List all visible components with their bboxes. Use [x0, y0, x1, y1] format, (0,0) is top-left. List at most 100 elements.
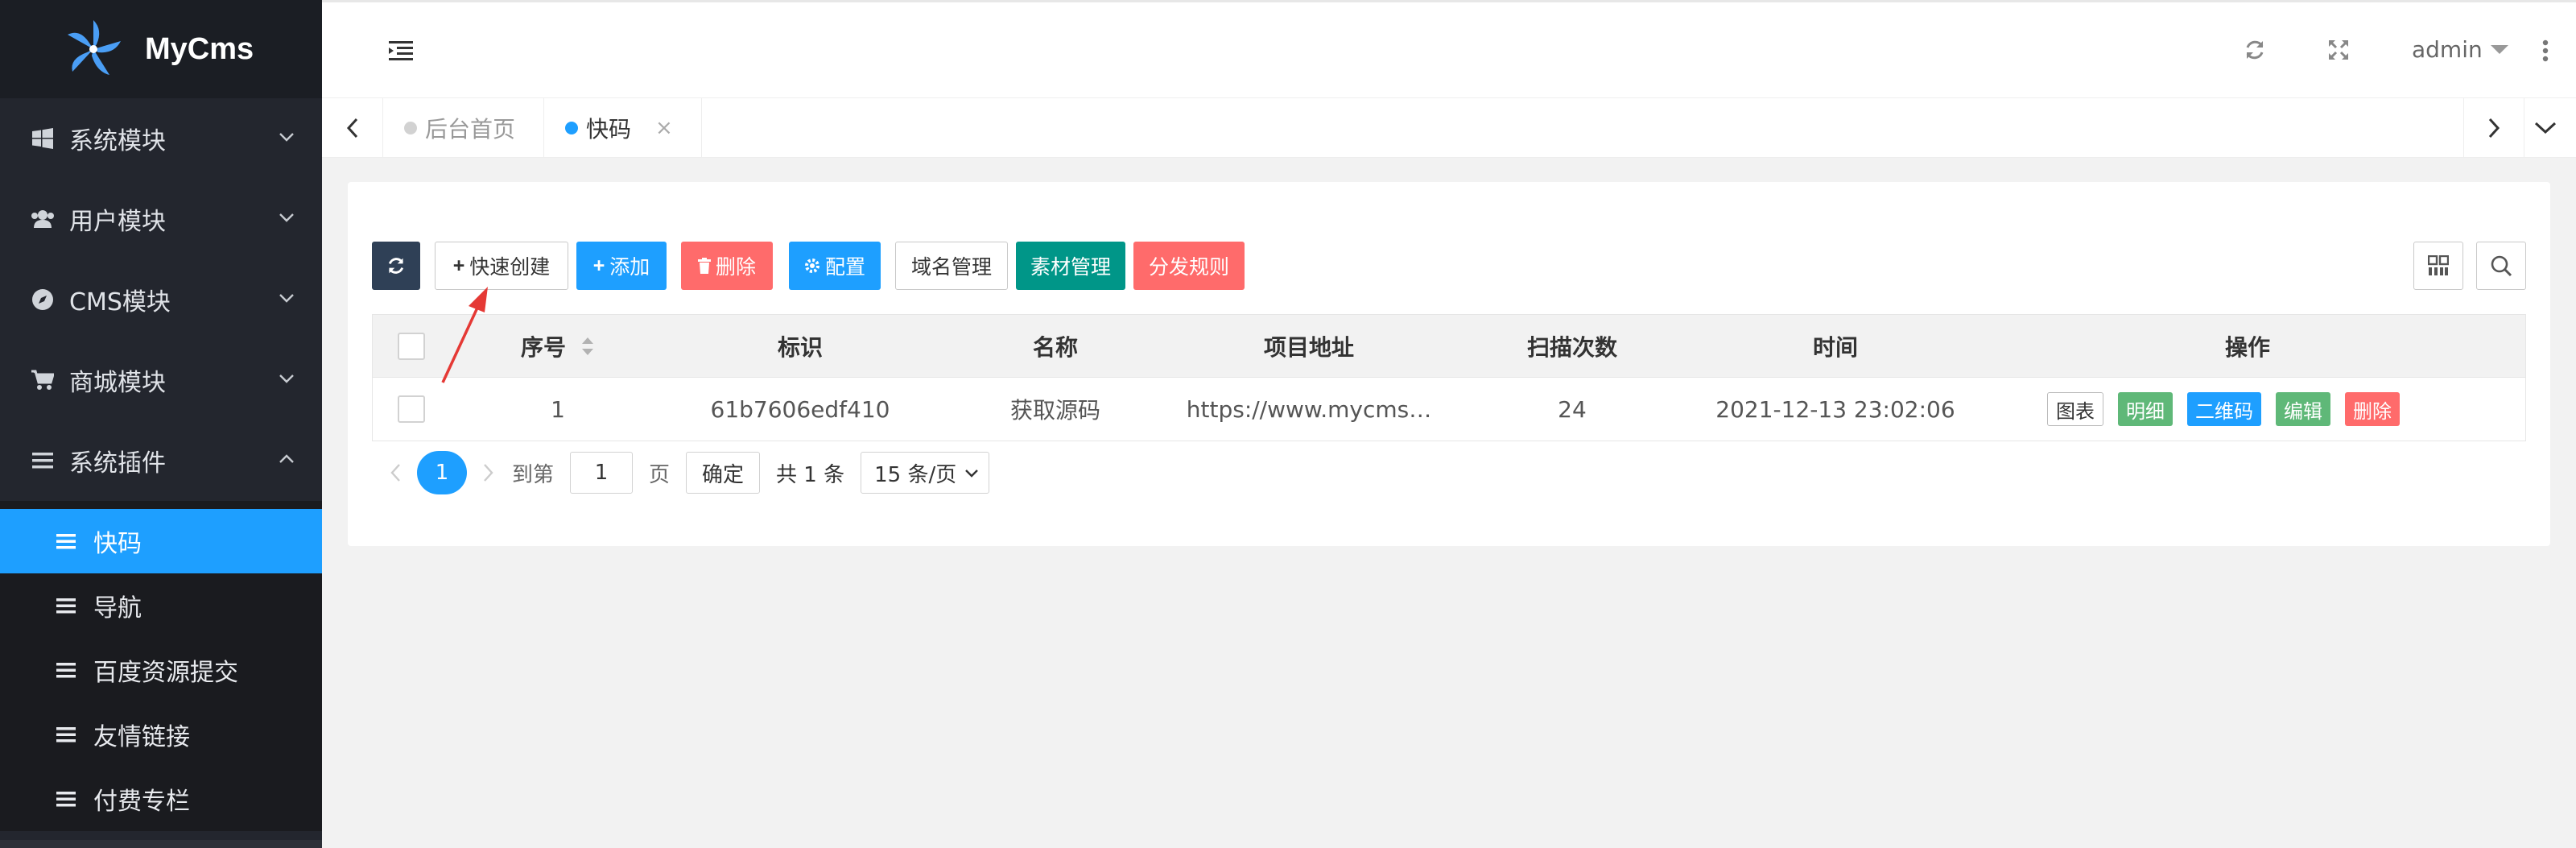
tab-scroll-left[interactable]: [322, 98, 383, 158]
col-header-scans: 扫描次数: [1442, 315, 1703, 378]
domain-manage-button[interactable]: 域名管理: [895, 242, 1008, 290]
select-all-checkbox[interactable]: [398, 333, 425, 360]
tab-home[interactable]: 后台首页: [383, 98, 544, 158]
row-select-cell: [373, 378, 450, 441]
page-size-value: 15 条/页: [874, 462, 957, 487]
header-label: 名称: [1032, 334, 1078, 361]
sidebar-item-paid-column[interactable]: 付费专栏: [0, 767, 322, 831]
list-icon: [56, 663, 76, 678]
distribute-label: 分发规则: [1148, 256, 1229, 279]
material-label: 素材管理: [1030, 256, 1111, 279]
chevron-down-icon: [965, 470, 978, 478]
gear-icon: [804, 259, 819, 273]
page-current[interactable]: 1: [417, 451, 467, 494]
logo-text: MyCms: [145, 31, 254, 66]
goto-page-input[interactable]: 1: [570, 452, 634, 494]
add-button[interactable]: + 添加: [576, 242, 667, 290]
tab-label: 后台首页: [425, 116, 516, 143]
cell-scans: 24: [1558, 395, 1587, 423]
chevron-up-icon: [279, 454, 294, 463]
delete-button[interactable]: 删除: [681, 242, 773, 290]
sidebar-item-label: 百度资源提交: [93, 659, 238, 687]
data-table: 序号 标识 名称 项目地址 扫描次数 时间 操作 1 61b7606edf410…: [372, 314, 2526, 441]
sidebar-scrollbar[interactable]: [0, 840, 322, 848]
edit-button[interactable]: 编辑: [2276, 392, 2330, 426]
col-header-name: 名称: [935, 315, 1176, 378]
sidebar-module-system[interactable]: 系统模块: [0, 98, 322, 179]
refresh-button[interactable]: [372, 242, 420, 290]
delete-label: 删除: [715, 256, 756, 279]
cell-name: 获取源码: [1009, 397, 1100, 424]
goto-confirm-button[interactable]: 确定: [686, 452, 761, 494]
search-button[interactable]: [2476, 242, 2526, 290]
qrcode-button[interactable]: 二维码: [2187, 392, 2261, 426]
chevron-down-icon: [2534, 122, 2557, 134]
sidebar-module-users[interactable]: 用户模块: [0, 179, 322, 259]
more-vertical-icon[interactable]: [2539, 38, 2552, 64]
cell-actions: 图表 明细 二维码 编辑 删除: [1968, 378, 2527, 441]
username: admin: [2412, 36, 2483, 63]
chevron-left-icon: [346, 118, 357, 139]
fullscreen-icon[interactable]: [2326, 38, 2351, 62]
page-label: 页: [649, 462, 671, 487]
sort-icon[interactable]: [580, 336, 595, 357]
distribute-rules-button[interactable]: 分发规则: [1133, 242, 1245, 290]
table-row: 1 61b7606edf410 获取源码 https://www.mycms… …: [373, 378, 2525, 441]
tab-label: 快码: [586, 116, 632, 143]
close-icon[interactable]: ×: [655, 116, 673, 140]
cell-index: 1: [551, 395, 565, 423]
header-label: 扫描次数: [1526, 334, 1617, 361]
sidebar-module-plugins[interactable]: 系统插件: [0, 420, 322, 501]
list-icon: [31, 449, 55, 473]
row-delete-button[interactable]: 删除: [2345, 392, 2400, 426]
sidebar-item-navigation[interactable]: 导航: [0, 573, 322, 638]
header-label: 项目地址: [1263, 334, 1354, 361]
tab-menu-dropdown[interactable]: [2515, 98, 2576, 158]
chevron-down-icon: [279, 374, 294, 383]
windows-icon: [31, 126, 55, 151]
user-menu[interactable]: admin: [2412, 36, 2508, 63]
chart-button[interactable]: 图表: [2047, 392, 2103, 426]
main-card: + 快速创建 + 添加 删除 配置 域名管理 素材管理 分发规则 序号 标识 名…: [348, 182, 2550, 546]
plugins-submenu: 快码 导航 百度资源提交 友情链接 付费专栏: [0, 501, 322, 831]
sidebar-module-cms[interactable]: CMS模块: [0, 259, 322, 340]
sidebar-module-label: 系统模块: [69, 127, 166, 155]
refresh-icon[interactable]: [2243, 38, 2267, 62]
annotation-arrow-icon: [441, 287, 488, 383]
config-label: 配置: [824, 256, 865, 279]
list-icon: [56, 534, 76, 549]
sidebar-module-label: CMS模块: [69, 288, 171, 316]
header-label: 标识: [777, 334, 823, 361]
material-manage-button[interactable]: 素材管理: [1016, 242, 1125, 290]
column-filter-button[interactable]: [2413, 242, 2463, 290]
plus-icon: +: [452, 254, 465, 277]
domain-label: 域名管理: [910, 256, 992, 279]
row-checkbox[interactable]: [398, 395, 425, 423]
sidebar-item-kuaima[interactable]: 快码: [0, 509, 322, 573]
sidebar-module-shop[interactable]: 商城模块: [0, 340, 322, 420]
search-icon: [2491, 255, 2512, 277]
collapse-menu-icon[interactable]: [388, 39, 414, 62]
quick-create-label: 快速创建: [469, 256, 551, 279]
config-button[interactable]: 配置: [789, 242, 881, 290]
col-header-url: 项目地址: [1176, 315, 1442, 378]
logo[interactable]: MyCms: [0, 0, 322, 98]
sidebar-item-friend-links[interactable]: 友情链接: [0, 702, 322, 767]
sidebar-item-baidu-submit[interactable]: 百度资源提交: [0, 638, 322, 702]
header-label: 操作: [2224, 334, 2270, 361]
header-label: 序号: [520, 334, 566, 361]
sidebar-item-label: 友情链接: [93, 723, 190, 751]
caret-down-icon: [2490, 45, 2508, 54]
tab-kuaima[interactable]: 快码 ×: [544, 98, 702, 158]
col-header-time: 时间: [1703, 315, 1968, 378]
next-page-icon[interactable]: [481, 462, 494, 483]
pagination: 1 到第 1 页 确定 共 1 条 15 条/页: [390, 451, 990, 494]
detail-button[interactable]: 明细: [2118, 392, 2173, 426]
page-size-select[interactable]: 15 条/页: [861, 452, 990, 494]
cell-url: https://www.mycms…: [1186, 395, 1432, 423]
columns-icon: [2428, 255, 2449, 275]
sidebar-module-label: 用户模块: [69, 208, 166, 236]
total-count: 共 1 条: [776, 462, 845, 487]
sidebar-item-label: 导航: [93, 594, 142, 623]
prev-page-icon[interactable]: [390, 462, 402, 483]
